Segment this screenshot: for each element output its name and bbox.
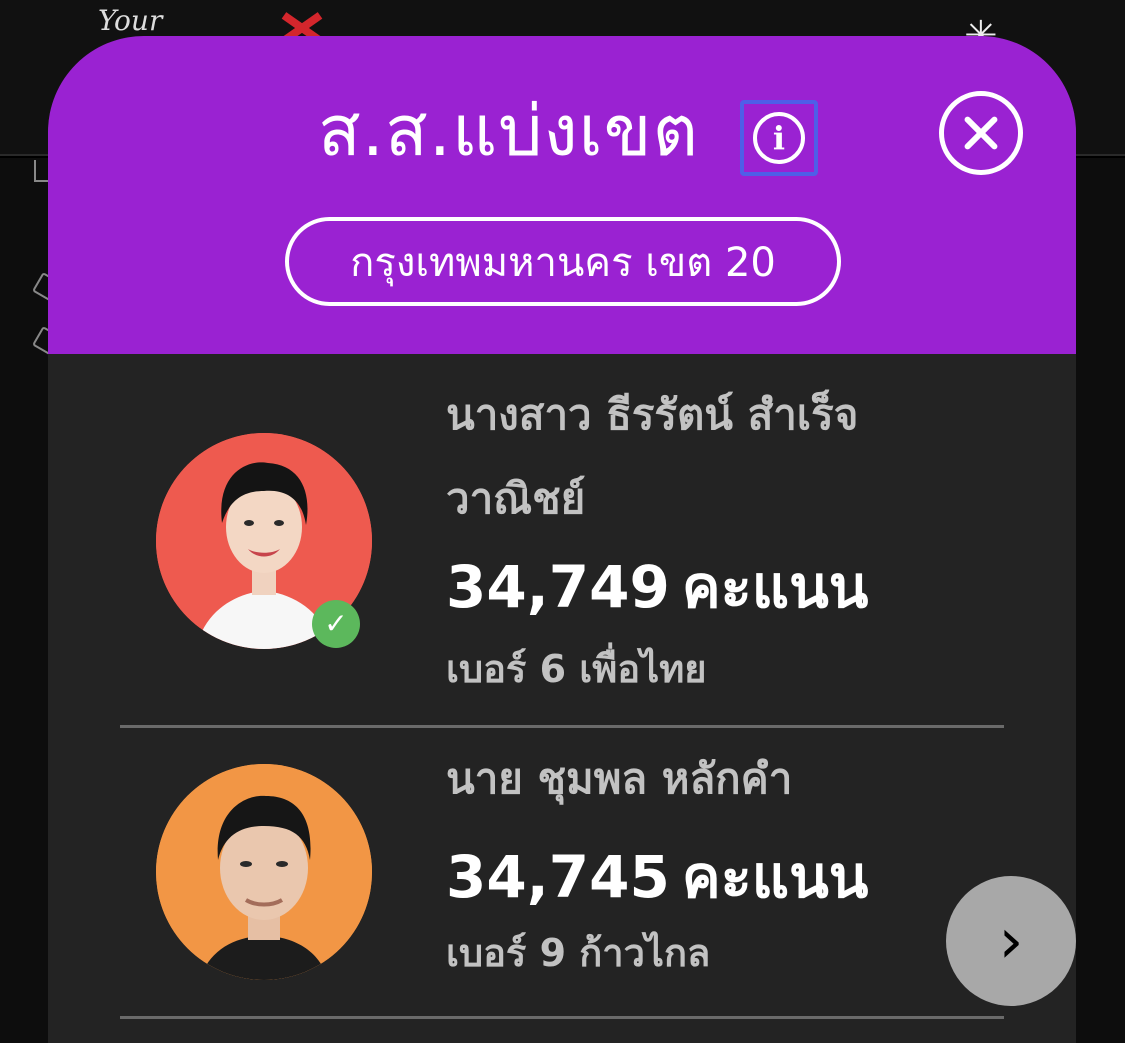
vote-count-unit: คะแนน (681, 553, 869, 621)
vote-count: 34,749 คะแนน (446, 558, 868, 616)
candidate-name: นาย ชุมพล หลักคำ (446, 754, 793, 803)
modal-header: ส.ส.แบ่งเขต i กรุงเทพมหานคร เขต 20 (48, 36, 1076, 354)
candidate-card[interactable]: นาย ชุมพล หลักคำ 34,745 คะแนน เบอร์ 9 ก้า… (48, 726, 1076, 1019)
vote-count-value: 34,749 (446, 553, 670, 621)
candidate-card[interactable]: นางสาว ธีรรัตน์ สำเร็จ วาณิชย์ 34,749 คะแ… (48, 354, 1076, 728)
info-icon: i (753, 112, 805, 164)
district-selector[interactable]: กรุงเทพมหานคร เขต 20 (285, 217, 841, 306)
modal-title: ส.ส.แบ่งเขต (318, 90, 699, 172)
app-logo: Your (98, 4, 163, 37)
divider (120, 1016, 1004, 1019)
vote-count-unit: คะแนน (681, 843, 869, 911)
party-label: เบอร์ 9 ก้าวไกล (446, 931, 711, 975)
candidate-name-continued: วาณิชย์ (446, 474, 586, 523)
vote-count-value: 34,745 (446, 843, 670, 911)
chevron-right-icon: › (998, 904, 1024, 977)
close-button[interactable] (939, 91, 1023, 175)
winner-check-icon: ✓ (312, 600, 360, 648)
next-button[interactable]: › (946, 876, 1076, 1006)
avatar (156, 764, 372, 980)
vote-count: 34,745 คะแนน (446, 848, 868, 906)
party-label: เบอร์ 6 เพื่อไทย (446, 647, 707, 691)
info-button[interactable]: i (740, 100, 818, 176)
results-modal: ส.ส.แบ่งเขต i กรุงเทพมหานคร เขต 20 นางสา… (48, 36, 1076, 1043)
page: Your ✳ ส.ส.แบ่งเขต i กรุงเทพมหานคร เขต 2… (0, 0, 1125, 1043)
candidate-list: นางสาว ธีรรัตน์ สำเร็จ วาณิชย์ 34,749 คะแ… (48, 354, 1076, 1019)
candidate-name: นางสาว ธีรรัตน์ สำเร็จ (446, 390, 859, 439)
